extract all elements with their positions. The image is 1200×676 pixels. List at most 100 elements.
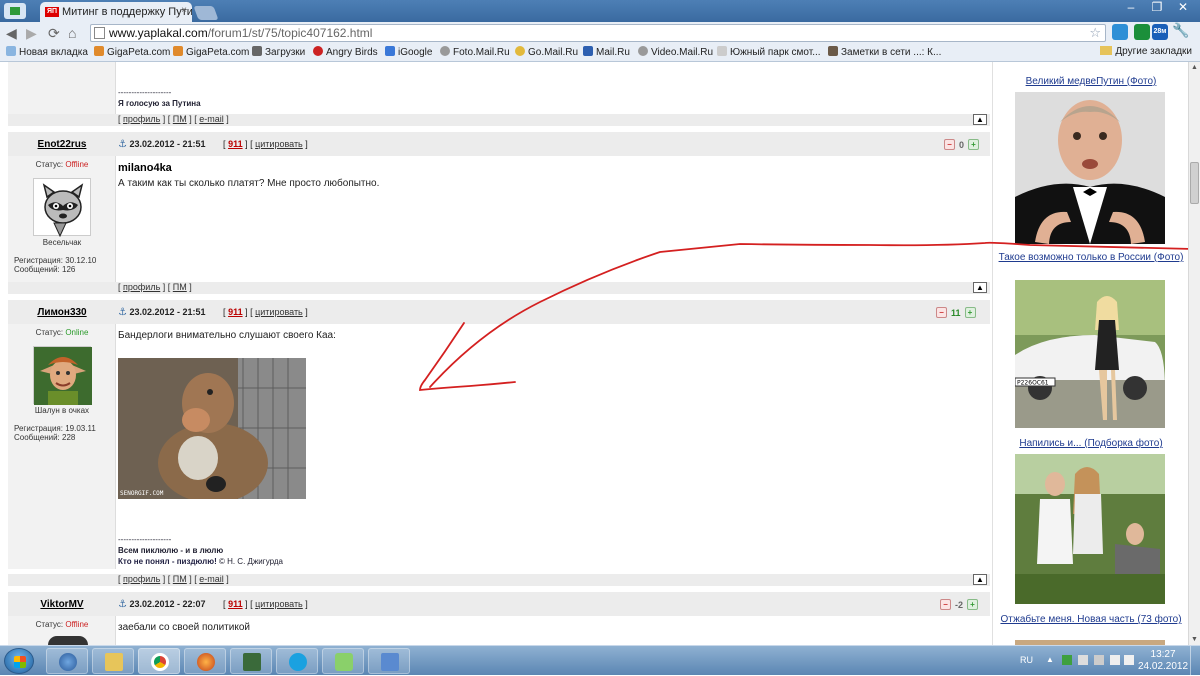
tray-network-icon[interactable] — [1110, 655, 1120, 665]
tab-title: Митинг в поддержку Пути — [62, 6, 192, 18]
bookmark-item[interactable]: Загрузки — [252, 46, 305, 58]
bookmark-label: Angry Birds — [326, 47, 378, 58]
firefox-icon — [197, 653, 215, 671]
avatar-icon — [828, 46, 838, 56]
tray-volume-icon[interactable] — [1124, 655, 1134, 665]
mailru-icon — [638, 46, 648, 56]
back-icon[interactable]: ◀ — [6, 25, 17, 42]
bookmark-item[interactable]: iGoogle — [385, 46, 432, 58]
page-icon — [94, 27, 105, 39]
forward-icon[interactable]: ▶ — [26, 25, 37, 42]
bookmark-label: Новая вкладка — [19, 47, 88, 58]
wrench-menu-icon[interactable]: 🔧 — [1172, 22, 1189, 38]
clock-time: 13:27 — [1150, 649, 1176, 660]
skype-icon — [289, 653, 307, 671]
maximize-button[interactable]: ❐ — [1144, 0, 1170, 14]
bookmark-item[interactable]: Mail.Ru — [583, 46, 630, 58]
browser-toolbar: ◀ ▶ ⟳ ⌂ www.yaplakal.com/forum1/st/75/to… — [0, 22, 1200, 44]
taskbar-app-active[interactable] — [138, 648, 180, 674]
url-host: www.yaplakal.com — [109, 26, 208, 40]
arrow-shaft — [429, 241, 1188, 388]
explorer-icon — [105, 653, 123, 671]
search-icon — [515, 46, 525, 56]
tray-monitor-icon[interactable] — [1094, 655, 1104, 665]
minimize-button[interactable]: – — [1118, 0, 1144, 14]
scroll-down-arrow-icon[interactable]: ▼ — [1191, 636, 1198, 643]
refresh-extension-icon[interactable] — [1134, 24, 1150, 40]
show-desktop-button[interactable] — [1190, 646, 1200, 676]
window-controls: – ❐ ✕ — [1118, 0, 1196, 14]
clock-date: 24.02.2012 — [1138, 661, 1189, 672]
taskbar-app[interactable] — [368, 648, 410, 674]
start-button[interactable] — [4, 648, 34, 674]
red-arrow-annotation — [419, 241, 1188, 391]
bookmark-label: Foto.Mail.Ru — [453, 47, 510, 58]
other-bookmarks-label: Другие закладки — [1115, 46, 1192, 57]
taskbar-app[interactable] — [230, 648, 272, 674]
address-bar[interactable]: www.yaplakal.com/forum1/st/75/topic40716… — [90, 24, 1106, 42]
download-icon — [252, 46, 262, 56]
bookmark-item[interactable]: Заметки в сети ...: К... — [828, 46, 941, 58]
close-window-button[interactable]: ✕ — [1170, 0, 1196, 14]
tray-flag-icon[interactable] — [1078, 655, 1088, 665]
taskbar-app[interactable] — [184, 648, 226, 674]
bookmark-label: Go.Mail.Ru — [528, 47, 579, 58]
folder-icon — [1100, 46, 1113, 55]
angry-birds-icon — [313, 46, 323, 56]
browser-tab-active[interactable]: ЯП Митинг в поддержку Пути × — [40, 2, 192, 22]
taskbar-app[interactable] — [92, 648, 134, 674]
browser-app-icon[interactable] — [4, 3, 26, 19]
twitter-extension-icon[interactable] — [1112, 24, 1128, 40]
bookmark-star-icon[interactable]: ☆ — [1089, 25, 1101, 41]
network-monitor-icon — [243, 653, 261, 671]
bookmark-item[interactable]: Новая вкладка — [6, 46, 88, 58]
language-indicator[interactable]: RU — [1020, 655, 1033, 665]
bookmark-item[interactable]: Южный парк смот... — [717, 46, 821, 58]
system-clock[interactable]: 13:27 24.02.2012 — [1138, 649, 1188, 673]
bookmark-label: Южный парк смот... — [730, 47, 821, 58]
bookmarks-bar: Новая вкладка GigaPeta.com GigaPeta.com … — [0, 44, 1200, 62]
gigapeta-icon — [94, 46, 104, 56]
bookmark-label: Загрузки — [265, 47, 306, 58]
bookmark-label: GigaPeta.com — [107, 47, 171, 58]
scrollbar-thumb[interactable] — [1190, 162, 1199, 204]
google-icon — [385, 46, 395, 56]
taskbar-app[interactable] — [322, 648, 364, 674]
thunderbird-icon — [59, 653, 77, 671]
bookmark-label: Заметки в сети ...: К... — [841, 47, 942, 58]
windows-logo-icon — [14, 656, 26, 668]
bookmark-label: Video.Mail.Ru — [651, 47, 714, 58]
bookmark-item[interactable]: Go.Mail.Ru — [515, 46, 578, 58]
bookmark-item[interactable]: Angry Birds — [313, 46, 378, 58]
web-page: -------------------- Я голосую за Путина… — [0, 62, 1188, 645]
new-tab-button[interactable] — [193, 6, 219, 20]
bookmark-item[interactable]: Foto.Mail.Ru — [440, 46, 510, 58]
tray-expand-icon[interactable]: ▲ — [1046, 655, 1056, 665]
bookmark-item[interactable]: GigaPeta.com — [173, 46, 249, 58]
windows-taskbar: RU ▲ 13:27 24.02.2012 — [0, 645, 1200, 676]
gigapeta-icon — [173, 46, 183, 56]
bookmark-label: Mail.Ru — [596, 47, 630, 58]
bookmark-label: GigaPeta.com — [186, 47, 250, 58]
chrome-icon — [151, 653, 169, 671]
arrow-head — [419, 322, 516, 391]
mailru-icon — [583, 46, 593, 56]
remote-desktop-icon — [381, 653, 399, 671]
new-tab-icon — [6, 46, 16, 56]
calendar-extension-icon[interactable]: 28м — [1152, 24, 1168, 40]
yaplakal-favicon: ЯП — [45, 7, 59, 17]
tab-close-icon[interactable]: × — [181, 5, 187, 16]
tray-utility-icon[interactable] — [1062, 655, 1072, 665]
other-bookmarks[interactable]: Другие закладки — [1100, 46, 1192, 57]
home-icon[interactable]: ⌂ — [68, 25, 76, 41]
bookmark-item[interactable]: Video.Mail.Ru — [638, 46, 713, 58]
scroll-up-arrow-icon[interactable]: ▲ — [1191, 64, 1198, 71]
taskbar-app[interactable] — [276, 648, 318, 674]
bookmark-item[interactable]: GigaPeta.com — [94, 46, 170, 58]
page-icon — [717, 46, 727, 56]
reload-icon[interactable]: ⟳ — [48, 25, 60, 42]
vertical-scrollbar[interactable]: ▲ ▼ — [1188, 62, 1200, 645]
url-path: /forum1/st/75/topic407162.html — [207, 26, 373, 40]
taskbar-app[interactable] — [46, 648, 88, 674]
utility-icon — [335, 653, 353, 671]
